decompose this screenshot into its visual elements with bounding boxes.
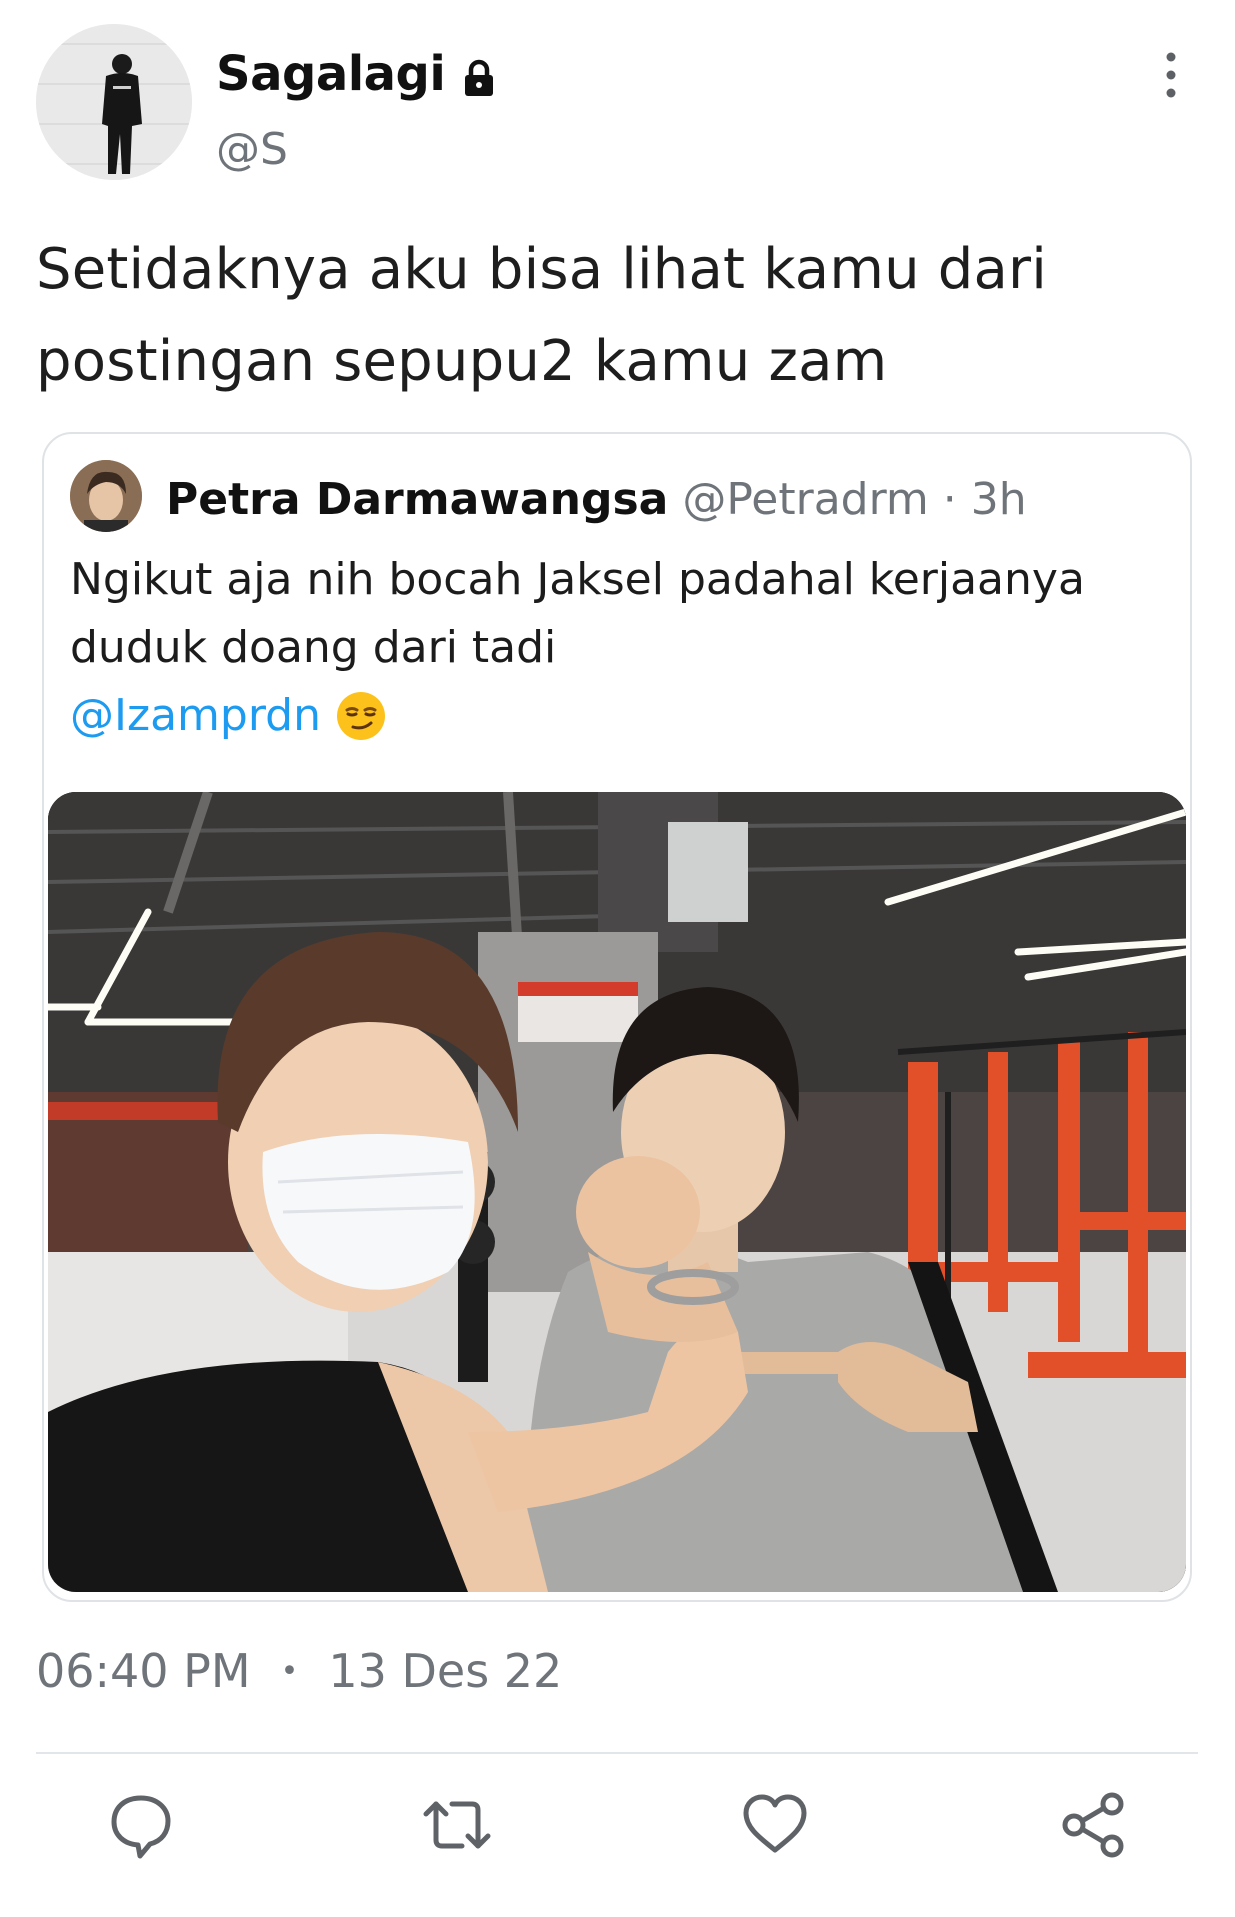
smirking-face-emoji-icon (335, 690, 387, 742)
author-avatar[interactable] (36, 24, 192, 180)
divider (36, 1752, 1198, 1754)
retweet-button[interactable] (422, 1790, 492, 1860)
tweet-detail-page: Sagalagi @S Setidaknya aku bisa lihat ka… (0, 0, 1235, 1917)
heart-icon (743, 1794, 807, 1853)
reply-icon (111, 1795, 171, 1859)
quoted-meta-separator: · (928, 474, 971, 525)
reply-button[interactable] (106, 1790, 176, 1860)
tweet-timestamp: 06:40 PM • 13 Des 22 (36, 1644, 562, 1698)
timestamp-separator: • (280, 1653, 299, 1689)
quoted-tweet-card[interactable]: Petra Darmawangsa @Petradrm · 3h Ngikut … (42, 432, 1192, 1602)
quoted-text: Ngikut aja nih bocah Jaksel padahal kerj… (70, 546, 1160, 682)
quoted-author-avatar[interactable] (70, 460, 142, 532)
quoted-header: Petra Darmawangsa @Petradrm · 3h (166, 474, 1027, 525)
tweet-text-line-2: postingan sepupu2 kamu zam (36, 329, 888, 394)
share-icon (1062, 1792, 1124, 1858)
tweet-text-line-1: Setidaknya aku bisa lihat kamu dari (36, 237, 1048, 302)
gym-selfie-image (48, 792, 1186, 1592)
author-name-label: Sagalagi (216, 46, 446, 102)
quoted-text-line-1: Ngikut aja nih bocah Jaksel padahal kerj… (70, 554, 1085, 605)
mention-link[interactable]: @Izamprdn (70, 682, 321, 750)
quoted-age: 3h (970, 474, 1027, 525)
share-button[interactable] (1058, 1790, 1128, 1860)
quoted-author-handle[interactable]: @Petradrm (682, 474, 928, 525)
tweet-photo[interactable] (48, 792, 1186, 1592)
tweet-text: Setidaknya aku bisa lihat kamu dari post… (36, 224, 1196, 408)
tweet-time: 06:40 PM (36, 1644, 251, 1698)
like-button[interactable] (740, 1790, 810, 1860)
quoted-author-name[interactable]: Petra Darmawangsa (166, 474, 668, 525)
lock-icon (459, 54, 499, 96)
author-handle[interactable]: @S (216, 124, 288, 175)
more-vertical-icon[interactable] (1156, 50, 1186, 100)
retweet-icon (423, 1801, 491, 1849)
quoted-mention-line: @Izamprdn (70, 682, 387, 750)
tweet-date: 13 Des 22 (328, 1644, 563, 1698)
author-name[interactable]: Sagalagi (216, 46, 499, 102)
quoted-text-line-2: duduk doang dari tadi (70, 622, 557, 673)
